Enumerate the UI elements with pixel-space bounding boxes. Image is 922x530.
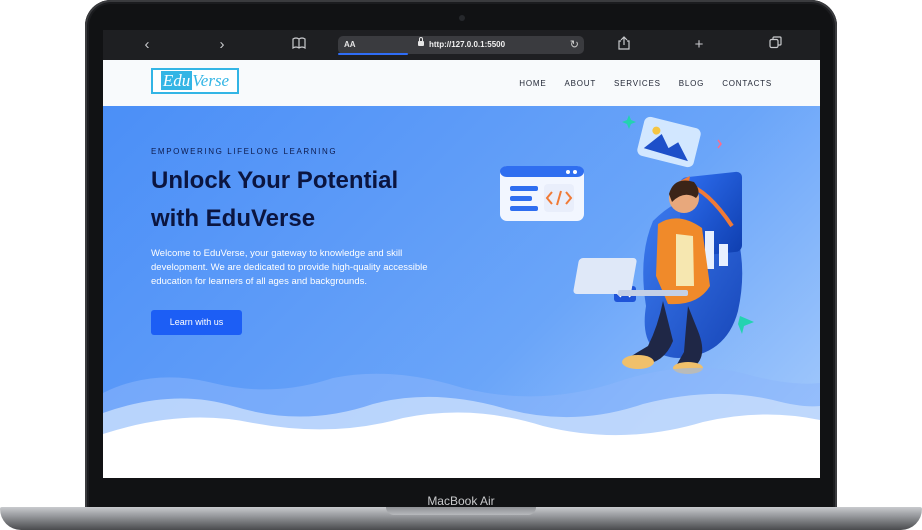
camera-icon: [459, 15, 465, 21]
hero-headline: Unlock Your Potential with EduVerse: [151, 162, 471, 238]
logo-part-1: Edu: [160, 71, 193, 90]
site-header: Edu Verse HOME ABOUT SERVICES BLOG CONTAC…: [103, 60, 820, 107]
chevron-right-icon[interactable]: ›: [211, 36, 233, 54]
book-icon[interactable]: [288, 36, 310, 54]
tabs-icon[interactable]: [764, 36, 786, 54]
site-logo[interactable]: Edu Verse: [151, 68, 239, 94]
lock-icon: [418, 37, 424, 46]
nav-about[interactable]: ABOUT: [564, 79, 596, 88]
image-card-icon: [637, 116, 701, 168]
sparkle-icon: [622, 115, 636, 129]
hero-section: EMPOWERING LIFELONG LEARNING Unlock Your…: [103, 106, 820, 478]
hero-headline-line-1: Unlock Your Potential: [151, 167, 399, 194]
main-nav: HOME ABOUT SERVICES BLOG CONTACTS: [519, 60, 772, 106]
nav-services[interactable]: SERVICES: [614, 79, 661, 88]
screen: ‹ › AA http://127.0.0.1:5500 ↻ + Edu Vers…: [103, 30, 820, 478]
share-icon[interactable]: [613, 36, 635, 54]
url-text[interactable]: http://127.0.0.1:5500: [429, 36, 505, 54]
plus-icon[interactable]: +: [688, 36, 710, 54]
hero-illustration: [500, 115, 754, 374]
code-window-icon: [500, 166, 584, 221]
paper-plane-icon: [738, 316, 754, 334]
hero-headline-line-2: with EduVerse: [151, 205, 316, 232]
learn-with-us-button[interactable]: Learn with us: [151, 310, 242, 335]
reload-icon[interactable]: ↻: [570, 36, 579, 54]
hero-waves: [103, 367, 820, 478]
nav-home[interactable]: HOME: [519, 79, 546, 88]
browser-toolbar: ‹ › AA http://127.0.0.1:5500 ↻ +: [103, 30, 820, 60]
laptop-hinge-notch: [386, 507, 536, 515]
text-size-button[interactable]: AA: [344, 36, 356, 54]
logo-part-2: Verse: [192, 71, 230, 90]
hero-description: Welcome to EduVerse, your gateway to kno…: [151, 248, 428, 287]
page-load-progress: [338, 53, 408, 55]
address-bar[interactable]: AA http://127.0.0.1:5500 ↻: [338, 36, 584, 55]
nav-contacts[interactable]: CONTACTS: [722, 79, 772, 88]
nav-blog[interactable]: BLOG: [679, 79, 704, 88]
chevron-left-icon[interactable]: ‹: [136, 36, 158, 54]
hero-eyebrow: EMPOWERING LIFELONG LEARNING: [151, 147, 338, 156]
